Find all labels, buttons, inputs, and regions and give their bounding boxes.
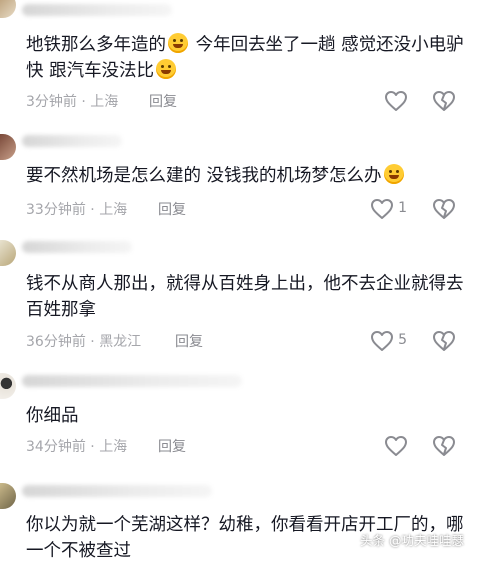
username-blurred[interactable] (22, 135, 122, 147)
comment-item: 要不然机场是怎么建的 没钱我的机场梦怎么办 33分钟前 · 上海 回复 1 (0, 125, 478, 235)
username-blurred[interactable] (22, 4, 172, 16)
comment-time: 36分钟前 (26, 334, 86, 350)
separator: · (90, 202, 95, 218)
reply-button[interactable]: 回复 (175, 331, 203, 351)
comment-text: 要不然机场是怎么建的 没钱我的机场梦怎么办 (26, 163, 466, 189)
comment-item: 钱不从商人那出，就得从百姓身上出，他不去企业就得去百姓那拿 36分钟前 · 黑龙… (0, 235, 478, 365)
comment-meta: 36分钟前 · 黑龙江 (26, 331, 141, 351)
avatar[interactable] (0, 483, 16, 509)
avatar[interactable] (0, 134, 16, 160)
comment-time: 33分钟前 (26, 202, 86, 218)
comment-meta: 34分钟前 · 上海 (26, 436, 127, 456)
comment-location: 上海 (99, 439, 128, 455)
heart-outline-icon[interactable] (384, 90, 408, 112)
heart-outline-icon[interactable] (370, 330, 394, 352)
broken-heart-icon[interactable] (432, 198, 456, 220)
like-count: 1 (398, 200, 407, 216)
comment-text: 地铁那么多年造的 今年回去坐了一趟 感觉还没小电驴快 跟汽车没法比 (26, 32, 466, 84)
username-blurred[interactable] (22, 485, 212, 497)
comment-text-part: 地铁那么多年造的 (26, 35, 166, 55)
broken-heart-icon[interactable] (432, 435, 456, 457)
watermark: 头条 @功夫哇哇瑟 (360, 533, 464, 548)
username-blurred[interactable] (22, 241, 132, 253)
broken-heart-icon[interactable] (432, 330, 456, 352)
comment-item: 你细品 34分钟前 · 上海 回复 (0, 365, 478, 475)
separator: · (90, 334, 95, 350)
comment-time: 34分钟前 (26, 439, 86, 455)
comment-location: 黑龙江 (99, 334, 142, 350)
comment-location: 上海 (99, 202, 128, 218)
comment-item: 地铁那么多年造的 今年回去坐了一趟 感觉还没小电驴快 跟汽车没法比 3分钟前 ·… (0, 0, 478, 125)
laughing-crying-emoji-icon (168, 33, 188, 53)
comment-meta: 33分钟前 · 上海 (26, 199, 127, 219)
heart-outline-icon[interactable] (370, 198, 394, 220)
comment-text: 你细品 (26, 406, 79, 426)
heart-outline-icon[interactable] (384, 435, 408, 457)
comment-location: 上海 (90, 94, 119, 110)
username-blurred[interactable] (22, 375, 242, 387)
like-count: 5 (398, 332, 407, 348)
avatar[interactable] (0, 0, 16, 18)
separator: · (81, 94, 86, 110)
broken-heart-icon[interactable] (432, 90, 456, 112)
avatar[interactable] (0, 240, 16, 266)
reply-button[interactable]: 回复 (158, 436, 186, 456)
comment-time: 3分钟前 (26, 94, 77, 110)
avatar[interactable] (0, 373, 16, 399)
comment-meta: 3分钟前 · 上海 (26, 91, 118, 111)
comment-text-part: 要不然机场是怎么建的 没钱我的机场梦怎么办 (26, 166, 382, 186)
shy-emoji-icon (383, 164, 404, 184)
separator: · (90, 439, 95, 455)
reply-button[interactable]: 回复 (149, 91, 177, 111)
comment-text: 钱不从商人那出，就得从百姓身上出，他不去企业就得去百姓那拿 (26, 274, 464, 320)
crying-emoji-icon (156, 59, 177, 79)
reply-button[interactable]: 回复 (158, 199, 186, 219)
